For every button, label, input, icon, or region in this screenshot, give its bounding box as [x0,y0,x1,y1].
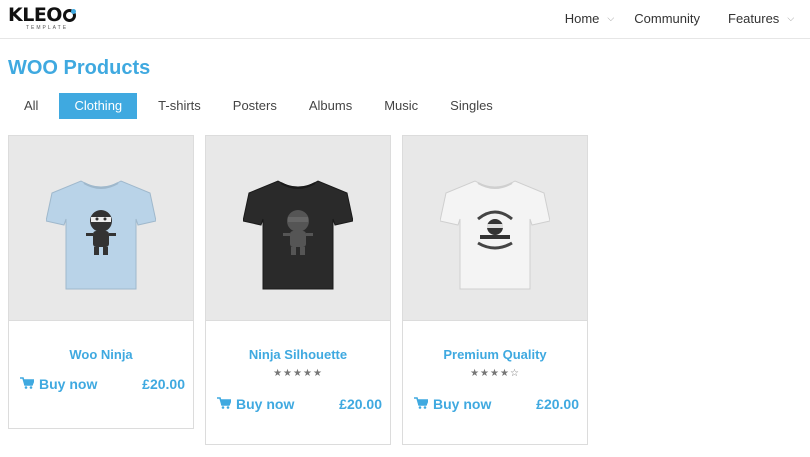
category-filters: All Clothing T-shirts Posters Albums Mus… [13,93,514,119]
product-image[interactable] [206,136,390,321]
product-name[interactable]: Premium Quality [403,347,587,362]
product-card: Premium Quality ★★★★☆ Buy now £20.00 [402,135,588,445]
rating-stars: ★★★★★ [273,368,323,379]
main-nav: Home ⌵ Community Features ⌵ [565,0,810,36]
buy-now-label: Buy now [39,376,98,392]
product-price: £20.00 [142,376,185,392]
buy-row: Buy now £20.00 [9,376,193,392]
product-info: Woo Ninja Buy now £20.00 [9,347,193,392]
filter-music[interactable]: Music [373,93,429,119]
buy-row: Buy now £20.00 [206,396,390,412]
chevron-down-icon: ⌵ [607,12,615,23]
nav-features-label: Features [728,10,780,26]
filter-posters[interactable]: Posters [222,93,288,119]
top-header: KLEO TEMPLATE Home ⌵ Community Features … [0,0,810,39]
product-info: Premium Quality ★★★★☆ Buy now £20.00 [403,347,587,412]
page-title: WOO Products [8,57,151,79]
filter-singles[interactable]: Singles [439,93,504,119]
tshirt-image [243,180,353,290]
product-info: Ninja Silhouette ★★★★★ Buy now £20.00 [206,347,390,412]
filter-albums[interactable]: Albums [298,93,363,119]
chevron-down-icon: ⌵ [787,12,795,23]
cart-icon [20,376,36,392]
logo-o-icon [62,8,76,22]
logo-wordmark: KLEO [8,5,76,25]
cart-icon [414,396,430,412]
product-name[interactable]: Woo Ninja [9,347,193,362]
tshirt-image [46,180,156,290]
buy-now-button[interactable]: Buy now [414,396,491,412]
nav-item-features[interactable]: Features ⌵ [728,11,810,26]
buy-now-label: Buy now [236,396,295,412]
rating-stars: ★★★★☆ [470,368,520,379]
product-price: £20.00 [536,396,579,412]
logo-text: KLEO [8,4,62,26]
buy-now-button[interactable]: Buy now [217,396,294,412]
product-card: Woo Ninja Buy now £20.00 [8,135,194,429]
rating-stars [9,362,193,372]
product-price: £20.00 [339,396,382,412]
site-logo[interactable]: KLEO TEMPLATE [8,5,76,31]
buy-now-label: Buy now [433,396,492,412]
nav-item-home[interactable]: Home ⌵ [565,11,615,26]
nav-community-label: Community [634,10,700,26]
cart-icon [217,396,233,412]
product-name[interactable]: Ninja Silhouette [206,347,390,362]
nav-item-community[interactable]: Community [634,11,700,26]
logo-subtitle: TEMPLATE [26,25,69,31]
product-image[interactable] [403,136,587,321]
product-card: Ninja Silhouette ★★★★★ Buy now £20.00 [205,135,391,445]
filter-clothing[interactable]: Clothing [59,93,138,119]
product-image[interactable] [9,136,193,321]
nav-home-label: Home [564,10,600,26]
buy-now-button[interactable]: Buy now [20,376,97,392]
filter-all[interactable]: All [13,93,49,119]
tshirt-image [440,180,550,290]
filter-tshirts[interactable]: T-shirts [147,93,212,119]
buy-row: Buy now £20.00 [403,396,587,412]
